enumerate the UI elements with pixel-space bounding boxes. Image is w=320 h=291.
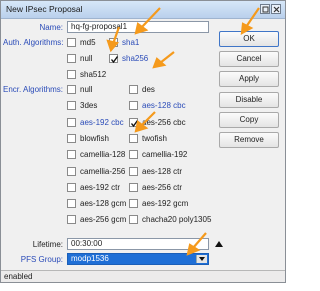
checkbox-box[interactable] [129, 117, 139, 127]
checkbox-box[interactable] [67, 54, 76, 63]
checkbox-box[interactable] [129, 199, 138, 209]
cancel-button[interactable]: Cancel [219, 51, 279, 67]
checkmark-icon [110, 56, 119, 64]
disable-button[interactable]: Disable [219, 92, 279, 108]
checkbox-aes-192-cbc[interactable]: aes-192 cbc [67, 117, 127, 129]
close-button[interactable] [271, 4, 281, 14]
checkbox-label: camellia-128 [80, 150, 126, 160]
checkbox-label: md5 [80, 38, 96, 47]
copy-button[interactable]: Copy [219, 112, 279, 128]
checkbox-aes-192-gcm[interactable]: aes-192 gcm [129, 198, 219, 210]
checkbox-label: aes-256 gcm [80, 215, 127, 225]
checkbox-aes-256-cbc[interactable]: aes-256 cbc [129, 117, 219, 129]
ipsec-proposal-window: New IPsec Proposal Name: hq-fg-proposal1… [0, 0, 286, 283]
restore-button[interactable] [260, 4, 270, 14]
checkbox-label: twofish [142, 133, 167, 143]
ok-button[interactable]: OK [219, 31, 279, 47]
checkbox-box[interactable] [67, 199, 76, 209]
checkbox-label: null [80, 54, 93, 63]
checkbox-box[interactable] [67, 101, 76, 111]
checkbox-blowfish[interactable]: blowfish [67, 133, 127, 145]
dropdown-button[interactable] [196, 255, 207, 263]
checkbox-aes-256-gcm[interactable]: aes-256 gcm [67, 214, 127, 226]
checkbox-3des[interactable]: 3des [67, 100, 127, 112]
checkbox-label: aes-128 cbc [142, 101, 186, 111]
checkbox-label: blowfish [80, 133, 109, 143]
checkbox-label: aes-192 ctr [80, 182, 121, 192]
triangle-up-icon [215, 241, 223, 247]
checkbox-aes-256-ctr[interactable]: aes-256 ctr [129, 182, 219, 194]
checkbox-box[interactable] [67, 70, 76, 79]
checkbox-aes-128-cbc[interactable]: aes-128 cbc [129, 100, 219, 112]
checkbox-sha1[interactable]: sha1 [109, 37, 199, 49]
chevron-down-icon [199, 257, 205, 261]
checkbox-box[interactable] [129, 85, 138, 94]
checkbox-label: camellia-256 [80, 166, 126, 176]
pfs-group-label: PFS Group: [20, 255, 63, 264]
checkbox-box[interactable] [67, 133, 76, 143]
checkbox-box[interactable] [67, 38, 76, 47]
checkbox-camellia-128[interactable]: camellia-128 [67, 149, 127, 161]
checkbox-label: sha512 [80, 70, 107, 79]
status-bar: enabled [1, 270, 285, 282]
checkmark-icon [130, 119, 139, 127]
checkbox-aes-128-gcm[interactable]: aes-128 gcm [67, 198, 127, 210]
checkbox-box[interactable] [67, 182, 76, 192]
name-input[interactable]: hq-fg-proposal1 [67, 21, 209, 33]
checkbox-label: aes-192 gcm [142, 199, 189, 209]
checkbox-des[interactable]: des [129, 84, 219, 96]
checkbox-box[interactable] [129, 150, 138, 160]
checkbox-box[interactable] [129, 133, 138, 143]
checkbox-label: camellia-192 [142, 150, 188, 160]
checkbox-box[interactable] [109, 38, 118, 47]
checkbox-label: sha256 [122, 54, 149, 63]
checkbox-label: 3des [80, 101, 98, 111]
checkbox-camellia-256[interactable]: camellia-256 [67, 166, 127, 178]
auth-algorithms-label: Auth. Algorithms: [3, 38, 64, 47]
checkbox-box[interactable] [67, 85, 76, 94]
checkbox-label: des [142, 85, 155, 94]
close-icon [273, 6, 280, 13]
checkbox-label: null [80, 85, 93, 94]
checkbox-label: aes-128 ctr [142, 166, 183, 176]
checkbox-null[interactable]: null [67, 84, 127, 96]
checkbox-box[interactable] [129, 166, 138, 176]
checkbox-box[interactable] [67, 150, 76, 160]
checkbox-box[interactable] [67, 166, 76, 176]
window-title: New IPsec Proposal [6, 4, 83, 14]
remove-button[interactable]: Remove [219, 132, 279, 148]
checkbox-label: aes-256 cbc [142, 117, 186, 127]
checkbox-label: sha1 [122, 38, 140, 47]
checkbox-box[interactable] [129, 215, 138, 225]
checkbox-box[interactable] [129, 182, 138, 192]
apply-button[interactable]: Apply [219, 71, 279, 87]
checkbox-label: chacha20 poly1305 [142, 215, 212, 225]
checkbox-label: aes-256 ctr [142, 182, 183, 192]
status-text: enabled [4, 272, 33, 281]
checkbox-twofish[interactable]: twofish [129, 133, 219, 145]
lifetime-label: Lifetime: [32, 240, 63, 249]
checkbox-label: aes-192 cbc [80, 117, 124, 127]
encr-algorithms-label: Encr. Algorithms: [3, 85, 64, 94]
checkbox-box[interactable] [109, 54, 119, 64]
checkbox-box[interactable] [129, 101, 138, 111]
restore-icon [262, 6, 269, 13]
checkbox-aes-128-ctr[interactable]: aes-128 ctr [129, 166, 219, 178]
checkbox-sha256[interactable]: sha256 [109, 53, 199, 65]
pfs-group-value: modp1536 [71, 254, 109, 263]
checkbox-label: aes-128 gcm [80, 199, 127, 209]
name-label: Name: [39, 23, 63, 32]
checkbox-camellia-192[interactable]: camellia-192 [129, 149, 219, 161]
checkbox-box[interactable] [67, 215, 76, 225]
checkbox-sha512[interactable]: sha512 [67, 69, 157, 81]
checkbox-chacha20-poly1305[interactable]: chacha20 poly1305 [129, 214, 219, 226]
checkbox-aes-192-ctr[interactable]: aes-192 ctr [67, 182, 127, 194]
checkbox-box[interactable] [67, 117, 76, 127]
pfs-group-select[interactable]: modp1536 [67, 253, 209, 265]
title-bar[interactable]: New IPsec Proposal [1, 1, 285, 19]
lifetime-spinner-up[interactable] [213, 238, 225, 250]
lifetime-input[interactable]: 00:30:00 [67, 238, 209, 250]
